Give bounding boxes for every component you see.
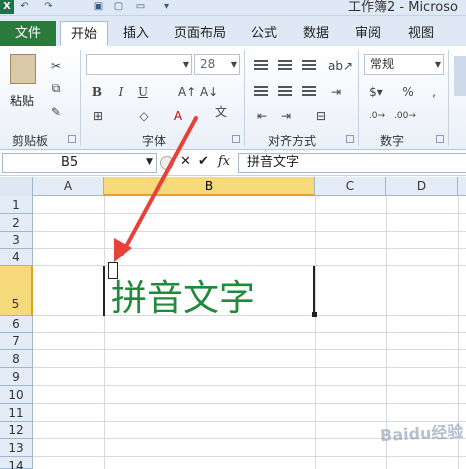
watermark: Baidu经验 [379,421,464,446]
annotation-arrow-icon [114,116,198,262]
